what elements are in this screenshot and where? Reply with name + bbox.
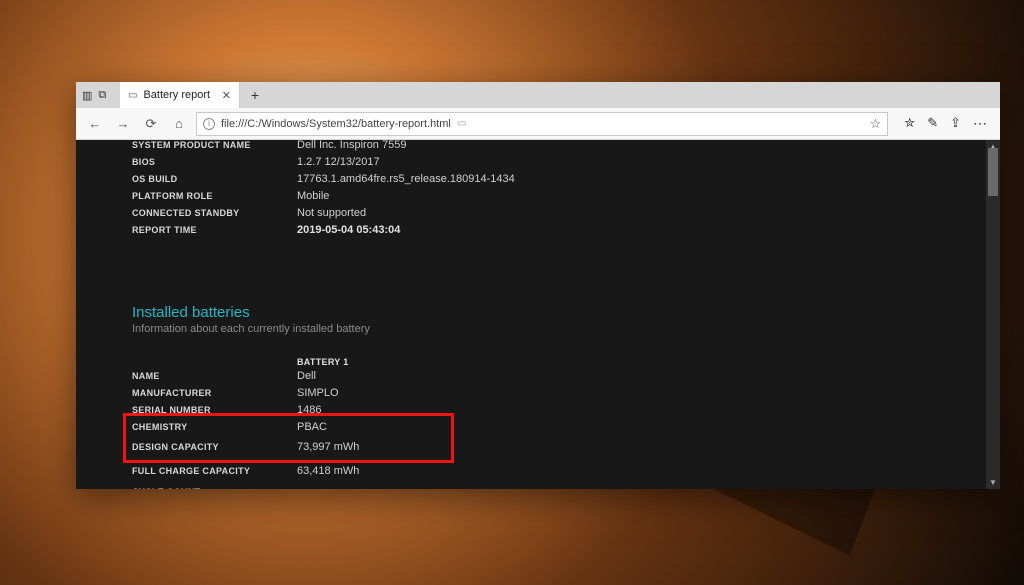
address-bar[interactable]: i file:///C:/Windows/System32/battery-re… [196, 112, 888, 136]
tab-title: Battery report [143, 89, 210, 101]
more-icon[interactable]: ⋯ [973, 115, 988, 132]
system-value: Mobile [297, 190, 329, 202]
highlighted-capacity-rows: DESIGN CAPACITY 73,997 mWh FULL CHARGE C… [132, 435, 944, 483]
battery-label: DESIGN CAPACITY [132, 442, 297, 452]
forward-button[interactable]: → [112, 113, 134, 135]
new-tab-button[interactable]: + [240, 82, 270, 108]
table-row: BIOS 1.2.7 12/13/2017 [132, 153, 944, 170]
system-value: Dell Inc. Inspiron 7559 [297, 140, 406, 151]
battery-label: MANUFACTURER [132, 388, 297, 398]
view-set-aside-icon[interactable]: ⧉ [98, 89, 106, 102]
scrollbar-thumb[interactable] [988, 148, 998, 196]
scroll-down-icon[interactable]: ▼ [986, 476, 1000, 489]
close-tab-icon[interactable]: ✕ [222, 89, 231, 102]
system-value: Not supported [297, 207, 366, 219]
battery-value: 63,418 mWh [297, 465, 359, 477]
table-row: MANUFACTURER SIMPLO [132, 384, 944, 401]
notes-icon[interactable]: ✎ [927, 115, 938, 132]
url-text: file:///C:/Windows/System32/battery-repo… [221, 118, 451, 130]
system-label: OS BUILD [132, 174, 297, 184]
table-row: FULL CHARGE CAPACITY 63,418 mWh [132, 459, 944, 483]
page-content: SYSTEM PRODUCT NAME Dell Inc. Inspiron 7… [76, 140, 1000, 489]
table-row: DESIGN CAPACITY 73,997 mWh [132, 435, 944, 459]
battery-label: CYCLE COUNT [132, 487, 297, 490]
battery-label: SERIAL NUMBER [132, 405, 297, 415]
table-row: CHEMISTRY PBAC [132, 418, 944, 435]
system-label: REPORT TIME [132, 225, 297, 235]
back-button[interactable]: ← [84, 113, 106, 135]
table-row: CYCLE COUNT - [132, 483, 944, 489]
set-aside-tabs-icon[interactable]: ▥ [82, 89, 92, 102]
page-icon: ▭ [128, 90, 137, 101]
battery-label: FULL CHARGE CAPACITY [132, 466, 297, 476]
battery-table: BATTERY 1 NAME Dell MANUFACTURER SIMPLO … [132, 357, 944, 489]
table-row: NAME Dell [132, 367, 944, 384]
battery-label: NAME [132, 371, 297, 381]
system-label: SYSTEM PRODUCT NAME [132, 140, 297, 150]
table-row: CONNECTED STANDBY Not supported [132, 204, 944, 221]
toolbar: ← → ⟳ ⌂ i file:///C:/Windows/System32/ba… [76, 108, 1000, 140]
battery-value: 1486 [297, 404, 321, 416]
section-subtitle: Information about each currently install… [132, 323, 944, 335]
table-row: SYSTEM PRODUCT NAME Dell Inc. Inspiron 7… [132, 140, 944, 153]
home-button[interactable]: ⌂ [168, 113, 190, 135]
table-row: REPORT TIME 2019-05-04 05:43:04 [132, 221, 944, 238]
section-title: Installed batteries [132, 304, 944, 321]
system-value: 17763.1.amd64fre.rs5_release.180914-1434 [297, 173, 515, 185]
favorite-star-icon[interactable]: ☆ [870, 116, 882, 132]
battery-value: - [297, 486, 301, 490]
battery-label: CHEMISTRY [132, 422, 297, 432]
vertical-scrollbar[interactable]: ▲ ▼ [986, 140, 1000, 489]
system-value: 2019-05-04 05:43:04 [297, 224, 400, 236]
battery-value: SIMPLO [297, 387, 339, 399]
system-info-table: SYSTEM PRODUCT NAME Dell Inc. Inspiron 7… [132, 140, 944, 238]
table-row: OS BUILD 17763.1.amd64fre.rs5_release.18… [132, 170, 944, 187]
tab-bar: ▥ ⧉ ▭ Battery report ✕ + [76, 82, 1000, 108]
site-info-icon[interactable]: i [203, 118, 215, 130]
system-label: PLATFORM ROLE [132, 191, 297, 201]
battery-value: Dell [297, 370, 316, 382]
battery-value: PBAC [297, 421, 327, 433]
system-label: BIOS [132, 157, 297, 167]
table-row: PLATFORM ROLE Mobile [132, 187, 944, 204]
hub-icons: ✮ ✎ ⇪ ⋯ [894, 115, 992, 132]
battery-value: 73,997 mWh [297, 441, 359, 453]
table-row: SERIAL NUMBER 1486 [132, 401, 944, 418]
refresh-button[interactable]: ⟳ [140, 113, 162, 135]
reading-view-icon[interactable]: ▭ [457, 118, 466, 129]
battery-header-row: BATTERY 1 [132, 357, 944, 367]
battery-column-header: BATTERY 1 [297, 357, 349, 367]
browser-window: ▥ ⧉ ▭ Battery report ✕ + ← → ⟳ ⌂ i file:… [76, 82, 1000, 489]
battery-header-spacer [132, 357, 297, 367]
favorites-icon[interactable]: ✮ [904, 115, 915, 132]
system-label: CONNECTED STANDBY [132, 208, 297, 218]
share-icon[interactable]: ⇪ [950, 115, 961, 132]
tab-spacer: ▥ ⧉ [76, 82, 120, 108]
system-value: 1.2.7 12/13/2017 [297, 156, 380, 168]
browser-tab[interactable]: ▭ Battery report ✕ [120, 82, 240, 108]
